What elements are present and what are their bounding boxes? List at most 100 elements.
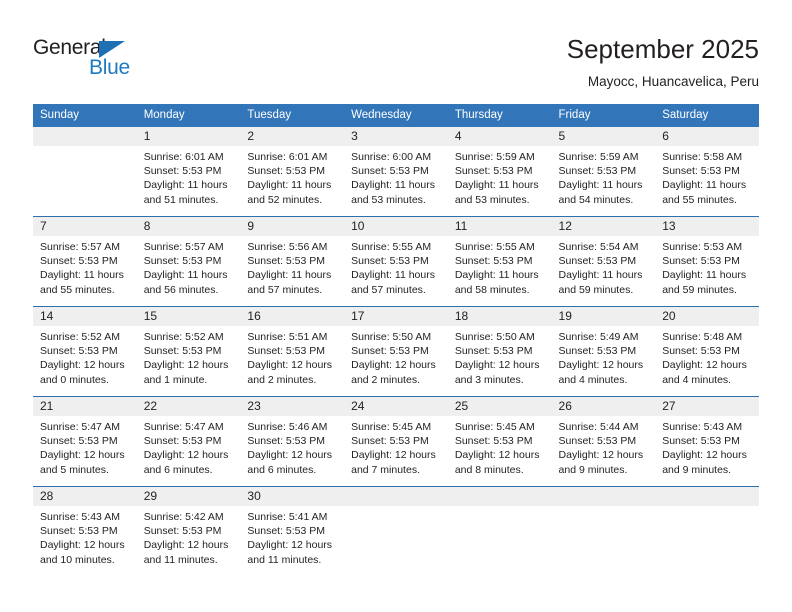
daylight-text-cont: and 8 minutes. bbox=[454, 463, 524, 476]
sunrise-text: Sunrise: 5:53 AM bbox=[662, 241, 743, 253]
calendar-day-cell[interactable]: 20 Sunrise: 5:48 AM Sunset: 5:53 PM Dayligh… bbox=[655, 306, 759, 397]
calendar-day-cell[interactable]: 18 Sunrise: 5:50 AM Sunset: 5:53 PM Dayligh… bbox=[447, 306, 552, 397]
weekday-header-friday: Friday bbox=[551, 104, 656, 127]
calendar-day-cell[interactable]: 29 Sunrise: 5:42 AM Sunset: 5:53 PM Dayligh… bbox=[136, 486, 241, 576]
calendar-day-cell[interactable]: 5 Sunrise: 5:59 AM Sunset: 5:53 PM Daylight… bbox=[551, 127, 656, 217]
calendar-day-cell[interactable]: 9 Sunrise: 5:56 AM Sunset: 5:53 PM Daylight… bbox=[240, 216, 345, 307]
day-cell-inner bbox=[33, 127, 137, 216]
calendar-day-cell[interactable]: 30 Sunrise: 5:41 AM Sunset: 5:53 PM Dayligh… bbox=[240, 486, 345, 576]
calendar-day-cell[interactable]: 26 Sunrise: 5:44 AM Sunset: 5:53 PM Dayligh… bbox=[551, 396, 656, 487]
daylight-text-cont: and 57 minutes. bbox=[247, 283, 323, 296]
day-details: Sunrise: 6:01 AM Sunset: 5:53 PM Daylight:… bbox=[240, 146, 344, 207]
calendar-day-cell[interactable]: 22 Sunrise: 5:47 AM Sunset: 5:53 PM Dayligh… bbox=[136, 396, 241, 487]
calendar-day-cell[interactable]: 28 Sunrise: 5:43 AM Sunset: 5:53 PM Dayligh… bbox=[33, 486, 137, 576]
sunrise-text: Sunrise: 6:00 AM bbox=[351, 151, 432, 163]
daylight-text-cont: and 5 minutes. bbox=[40, 463, 109, 476]
day-cell-inner: 14 Sunrise: 5:52 AM Sunset: 5:53 PM Dayligh… bbox=[33, 307, 137, 396]
calendar-day-cell[interactable]: 21 Sunrise: 5:47 AM Sunset: 5:53 PM Dayligh… bbox=[33, 396, 137, 487]
daylight-text: Daylight: 11 hours bbox=[662, 179, 747, 192]
calendar-day-cell[interactable]: 2 Sunrise: 6:01 AM Sunset: 5:53 PM Daylight… bbox=[240, 127, 345, 217]
calendar-day-cell-empty bbox=[33, 127, 137, 217]
day-number: 23 bbox=[240, 397, 345, 416]
sunrise-text: Sunrise: 5:51 AM bbox=[247, 331, 328, 343]
daylight-text-cont: and 51 minutes. bbox=[143, 193, 219, 206]
day-details: Sunrise: 6:00 AM Sunset: 5:53 PM Daylight:… bbox=[344, 146, 448, 207]
calendar-day-cell[interactable]: 11 Sunrise: 5:55 AM Sunset: 5:53 PM Dayligh… bbox=[447, 216, 552, 307]
calendar-day-cell[interactable]: 13 Sunrise: 5:53 AM Sunset: 5:53 PM Dayligh… bbox=[655, 216, 759, 307]
calendar-day-cell[interactable]: 16 Sunrise: 5:51 AM Sunset: 5:53 PM Dayligh… bbox=[240, 306, 345, 397]
daylight-text-cont: and 57 minutes. bbox=[351, 283, 426, 296]
day-cell-inner: 24 Sunrise: 5:45 AM Sunset: 5:53 PM Dayligh… bbox=[344, 397, 448, 486]
page-subtitle: Mayocc, Huancavelica, Peru bbox=[587, 74, 759, 89]
sunrise-text: Sunrise: 5:59 AM bbox=[558, 151, 639, 163]
calendar-day-cell[interactable]: 23 Sunrise: 5:46 AM Sunset: 5:53 PM Dayligh… bbox=[240, 396, 345, 487]
day-number: 10 bbox=[344, 217, 448, 236]
sunset-text: Sunset: 5:53 PM bbox=[143, 525, 222, 538]
day-number bbox=[551, 487, 656, 506]
sunset-text: Sunset: 5:53 PM bbox=[143, 165, 222, 178]
calendar-day-cell[interactable]: 12 Sunrise: 5:54 AM Sunset: 5:53 PM Dayligh… bbox=[551, 216, 656, 307]
calendar-day-cell[interactable]: 25 Sunrise: 5:45 AM Sunset: 5:53 PM Dayligh… bbox=[447, 396, 552, 487]
calendar-day-cell[interactable]: 10 Sunrise: 5:55 AM Sunset: 5:53 PM Dayligh… bbox=[344, 216, 448, 307]
day-details: Sunrise: 5:49 AM Sunset: 5:53 PM Daylight:… bbox=[552, 326, 656, 387]
sunset-text: Sunset: 5:53 PM bbox=[247, 345, 326, 358]
daylight-text: Daylight: 11 hours bbox=[351, 269, 435, 282]
calendar-day-cell[interactable]: 1 Sunrise: 6:01 AM Sunset: 5:53 PM Daylight… bbox=[136, 127, 241, 217]
sunrise-text: Sunrise: 5:56 AM bbox=[247, 241, 328, 253]
sunrise-text: Sunrise: 5:52 AM bbox=[40, 331, 120, 343]
daylight-text: Daylight: 12 hours bbox=[351, 449, 436, 462]
daylight-text: Daylight: 12 hours bbox=[351, 359, 436, 372]
brand-name-blue: Blue bbox=[89, 56, 130, 79]
day-details: Sunrise: 5:48 AM Sunset: 5:53 PM Daylight:… bbox=[655, 326, 759, 387]
calendar-day-cell[interactable]: 7 Sunrise: 5:57 AM Sunset: 5:53 PM Daylight… bbox=[33, 216, 137, 307]
day-details: Sunrise: 5:41 AM Sunset: 5:53 PM Daylight:… bbox=[240, 506, 344, 567]
calendar-day-cell-empty bbox=[655, 486, 759, 576]
weekday-header-row: Sunday Monday Tuesday Wednesday Thursday… bbox=[33, 104, 759, 127]
day-cell-inner: 27 Sunrise: 5:43 AM Sunset: 5:53 PM Dayligh… bbox=[655, 397, 759, 486]
day-cell-inner: 6 Sunrise: 5:58 AM Sunset: 5:53 PM Daylight… bbox=[655, 127, 759, 216]
page-header: General Blue September 2025 Mayocc, Huan… bbox=[0, 0, 792, 104]
daylight-text: Daylight: 12 hours bbox=[558, 449, 644, 462]
sunrise-text: Sunrise: 5:45 AM bbox=[454, 421, 535, 433]
day-details: Sunrise: 5:50 AM Sunset: 5:53 PM Daylight:… bbox=[448, 326, 552, 387]
daylight-text: Daylight: 11 hours bbox=[247, 269, 332, 282]
daylight-text-cont: and 9 minutes. bbox=[662, 463, 732, 476]
daylight-text-cont: and 54 minutes. bbox=[558, 193, 634, 206]
daylight-text: Daylight: 11 hours bbox=[143, 179, 228, 192]
calendar-day-cell[interactable]: 24 Sunrise: 5:45 AM Sunset: 5:53 PM Dayligh… bbox=[344, 396, 448, 487]
calendar-day-cell[interactable]: 19 Sunrise: 5:49 AM Sunset: 5:53 PM Dayligh… bbox=[551, 306, 656, 397]
calendar-day-cell[interactable]: 27 Sunrise: 5:43 AM Sunset: 5:53 PM Dayligh… bbox=[655, 396, 759, 487]
calendar-day-cell[interactable]: 14 Sunrise: 5:52 AM Sunset: 5:53 PM Dayligh… bbox=[33, 306, 137, 397]
day-number: 11 bbox=[447, 217, 552, 236]
day-details: Sunrise: 5:56 AM Sunset: 5:53 PM Daylight:… bbox=[240, 236, 344, 297]
weekday-header-thursday: Thursday bbox=[447, 104, 552, 127]
day-cell-inner bbox=[447, 487, 552, 576]
daylight-text-cont: and 1 minute. bbox=[143, 373, 208, 386]
sunset-text: Sunset: 5:53 PM bbox=[247, 435, 326, 448]
weekday-header-sunday: Sunday bbox=[33, 104, 137, 127]
calendar-day-cell[interactable]: 3 Sunrise: 6:00 AM Sunset: 5:53 PM Daylight… bbox=[344, 127, 448, 217]
day-cell-inner: 11 Sunrise: 5:55 AM Sunset: 5:53 PM Dayligh… bbox=[447, 217, 552, 306]
daylight-text: Daylight: 11 hours bbox=[558, 269, 643, 282]
day-cell-inner: 22 Sunrise: 5:47 AM Sunset: 5:53 PM Dayligh… bbox=[136, 397, 241, 486]
day-details: Sunrise: 5:47 AM Sunset: 5:53 PM Daylight:… bbox=[33, 416, 137, 477]
sunrise-text: Sunrise: 5:48 AM bbox=[662, 331, 743, 343]
calendar-day-cell[interactable]: 6 Sunrise: 5:58 AM Sunset: 5:53 PM Daylight… bbox=[655, 127, 759, 217]
day-cell-inner bbox=[655, 487, 759, 576]
day-details: Sunrise: 5:52 AM Sunset: 5:53 PM Daylight:… bbox=[33, 326, 137, 387]
sunrise-text: Sunrise: 5:59 AM bbox=[454, 151, 535, 163]
sunrise-text: Sunrise: 5:52 AM bbox=[143, 331, 224, 343]
calendar-day-cell[interactable]: 15 Sunrise: 5:52 AM Sunset: 5:53 PM Dayligh… bbox=[136, 306, 241, 397]
day-cell-inner: 21 Sunrise: 5:47 AM Sunset: 5:53 PM Dayligh… bbox=[33, 397, 137, 486]
calendar-day-cell[interactable]: 4 Sunrise: 5:59 AM Sunset: 5:53 PM Daylight… bbox=[447, 127, 552, 217]
sunrise-text: Sunrise: 5:46 AM bbox=[247, 421, 328, 433]
brand-logo[interactable]: General Blue bbox=[33, 36, 233, 86]
sunset-text: Sunset: 5:53 PM bbox=[454, 165, 533, 178]
daylight-text: Daylight: 12 hours bbox=[662, 449, 747, 462]
calendar-day-cell[interactable]: 17 Sunrise: 5:50 AM Sunset: 5:53 PM Dayligh… bbox=[344, 306, 448, 397]
sunset-text: Sunset: 5:53 PM bbox=[454, 255, 533, 268]
calendar-day-cell[interactable]: 8 Sunrise: 5:57 AM Sunset: 5:53 PM Daylight… bbox=[136, 216, 241, 307]
sunrise-text: Sunrise: 5:42 AM bbox=[143, 511, 224, 523]
daylight-text: Daylight: 12 hours bbox=[454, 359, 540, 372]
day-cell-inner: 25 Sunrise: 5:45 AM Sunset: 5:53 PM Dayligh… bbox=[447, 397, 552, 486]
